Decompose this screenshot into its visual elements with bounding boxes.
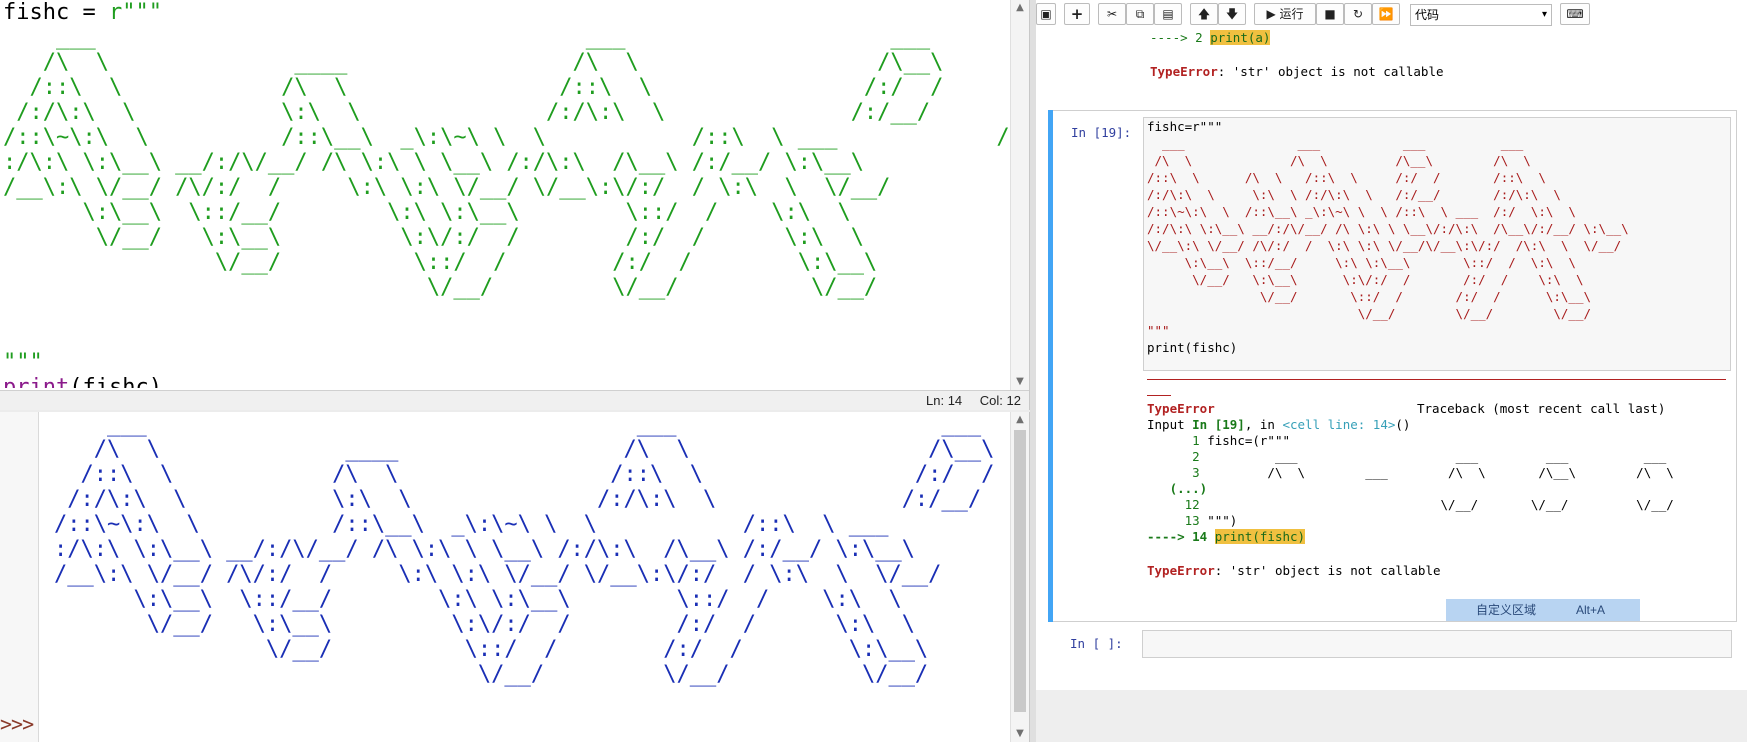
tb-l1-code: fishc=(r""" <box>1207 433 1291 448</box>
restart-icon[interactable]: ↻ <box>1344 3 1372 25</box>
fast-forward-icon[interactable]: ⏩ <box>1372 3 1400 25</box>
traceback-line-2: 2 ___ ___ ___ ___ <box>1147 449 1666 464</box>
prev-arrow: ----> 2 <box>1150 30 1211 45</box>
traceback-ellipsis: (...) <box>1147 481 1208 496</box>
stop-icon[interactable]: ■ <box>1316 3 1344 25</box>
editor-status-bar: Ln: 14 Col: 12 <box>0 390 1029 410</box>
code-var: fishc = <box>3 0 109 25</box>
prev-arrow-code: print(a) <box>1210 30 1271 45</box>
cell-ascii-art: ___ ___ ___ ___ /\ \ /\ \ /\__\ /\ \ /::… <box>1147 136 1629 321</box>
editor-vertical-scrollbar[interactable]: ▲ ▼ <box>1010 0 1029 390</box>
shell-scroll-thumb[interactable] <box>1014 430 1026 712</box>
tb-l2-code: ___ ___ ___ ___ <box>1207 449 1667 464</box>
cell-type-select[interactable]: 代码 ▾ <box>1410 4 1552 26</box>
prev-error-line: TypeError: 'str' object is not callable <box>1150 64 1444 79</box>
tb-error-name: TypeError <box>1147 401 1215 416</box>
cell-prompt-empty: In [ ]: <box>1070 636 1123 651</box>
cell-input-editor-empty[interactable] <box>1142 630 1732 658</box>
code-raw-string-open: r""" <box>108 0 162 25</box>
custom-region-label: 自定义区域 <box>1476 603 1537 617</box>
shell-gutter <box>0 412 39 742</box>
traceback-line-12: 12 \/__/ \/__/ \/__/ <box>1147 497 1674 512</box>
traceback-line-13: 13 """) <box>1147 513 1238 528</box>
traceback-rule <box>1147 379 1726 380</box>
tb-input-cell[interactable]: <cell line: 14> <box>1282 417 1395 432</box>
code-string-close: """ <box>3 350 43 375</box>
notebook-toolbar: ▣ + ✂ ⧉ ▤ 🡅 🡇 ▶ 运行 ■ ↻ ⏩ 代码 ▾ ⌨ <box>1036 0 1747 30</box>
traceback-input-line: Input In [19], in <cell line: 14>() <box>1147 417 1410 432</box>
tb-l3-no: 3 <box>1147 465 1208 480</box>
tb-error-msg-2: : 'str' object is not callable <box>1214 563 1441 578</box>
scroll-down-icon[interactable]: ▼ <box>1011 726 1029 742</box>
tb-l14-code: print(fishc) <box>1214 529 1306 544</box>
code-print-args: (fishc) <box>69 375 162 388</box>
prev-error-msg: : 'str' object is not callable <box>1217 64 1444 79</box>
code-cell-empty[interactable]: In [ ]: <box>1048 628 1737 662</box>
custom-region-shortcut: Alt+A <box>1576 603 1606 617</box>
selected-cell-indicator <box>1048 110 1053 622</box>
paste-icon[interactable]: ▤ <box>1154 3 1182 25</box>
traceback-error-line: TypeError: 'str' object is not callable <box>1147 563 1441 578</box>
scroll-down-icon[interactable]: ▼ <box>1011 374 1029 390</box>
status-column-number: Col: 12 <box>979 393 1021 408</box>
tb-l14-arrow: ----> 14 <box>1147 529 1215 544</box>
editor-ascii-art: ___ ___ ___ ___ /\ \ ____ /\ \ /\__\ /\ … <box>3 25 1009 300</box>
cell-type-value: 代码 <box>1415 8 1440 22</box>
copy-icon[interactable]: ⧉ <box>1126 3 1154 25</box>
traceback-rule-short <box>1147 395 1171 396</box>
code-print-function: print <box>3 375 70 388</box>
move-up-icon[interactable]: 🡅 <box>1190 3 1218 25</box>
tb-l12-code: \/__/ \/__/ \/__/ <box>1207 497 1674 512</box>
tb-l1-no: 1 <box>1147 433 1208 448</box>
tb-error-name-2: TypeError <box>1147 563 1215 578</box>
tb-l3-code: /\ \ ___ /\ \ /\__\ /\ \ <box>1207 465 1674 480</box>
traceback-line-1: 1 fishc=(r""" <box>1147 433 1290 448</box>
idle-shell-window: ___ ___ ___ ___ /\ \ ____ /\ \ /\__\ /\ … <box>0 412 1339 742</box>
cell-source-close: """ <box>1147 323 1170 338</box>
scroll-up-icon[interactable]: ▲ <box>1011 412 1029 428</box>
status-line-number: Ln: 14 <box>926 393 963 408</box>
tb-input-paren: () <box>1395 417 1411 432</box>
tb-l12-no: 12 <box>1147 497 1208 512</box>
tb-input-mid: , in <box>1244 417 1283 432</box>
cell-source-line1: fishc=r""" <box>1147 119 1223 134</box>
cell-input-editor[interactable]: fishc=r""" ___ ___ ___ ___ /\ \ /\ \ /\_… <box>1143 117 1731 371</box>
prev-traceback-arrow-line: ----> 2 print(a) <box>1150 30 1271 45</box>
traceback-header: TypeError <box>1147 401 1215 416</box>
traceback-line-3: 3 /\ \ ___ /\ \ /\__\ /\ \ <box>1147 465 1674 480</box>
save-icon[interactable]: ▣ <box>1036 3 1056 25</box>
run-label: 运行 <box>1279 7 1304 21</box>
shell-prompt[interactable]: >>> <box>0 712 34 736</box>
tb-input-prefix: Input <box>1147 417 1193 432</box>
idle-editor-window: fishc = r""" ___ ___ ___ ___ /\ \ ____ /… <box>0 0 1030 410</box>
scroll-up-icon[interactable]: ▲ <box>1011 0 1029 16</box>
tb-input-in: In [19] <box>1192 417 1245 432</box>
jupyter-notebook: ▣ + ✂ ⧉ ▤ 🡅 🡇 ▶ 运行 ■ ↻ ⏩ 代码 ▾ ⌨ ----> 2 p… <box>1036 0 1747 742</box>
cell-output: TypeError Traceback (most recent call la… <box>1147 379 1726 621</box>
tb-l13-no: 13 <box>1147 513 1208 528</box>
move-down-icon[interactable]: 🡇 <box>1218 3 1246 25</box>
editor-code-area[interactable]: fishc = r""" ___ ___ ___ ___ /\ \ ____ /… <box>3 0 1009 388</box>
shell-vertical-scrollbar[interactable]: ▲ ▼ <box>1010 412 1029 742</box>
cell-source-print: print(fishc) <box>1147 340 1238 355</box>
chevron-down-icon: ▾ <box>1541 9 1547 20</box>
cut-icon[interactable]: ✂ <box>1098 3 1126 25</box>
keyboard-icon[interactable]: ⌨ <box>1560 3 1590 25</box>
cell-prompt: In [19]: <box>1071 125 1132 140</box>
code-cell-19[interactable]: In [19]: fishc=r""" ___ ___ ___ ___ /\ \… <box>1048 110 1737 622</box>
prev-error-name: TypeError <box>1150 64 1218 79</box>
insert-cell-icon[interactable]: + <box>1064 3 1090 25</box>
notebook-bottom-area <box>1036 690 1747 742</box>
traceback-line-14: ----> 14 print(fishc) <box>1147 529 1306 544</box>
tb-l2-no: 2 <box>1147 449 1208 464</box>
traceback-header-right: Traceback (most recent call last) <box>1417 401 1666 416</box>
run-button[interactable]: ▶ 运行 <box>1254 3 1316 25</box>
custom-region-tooltip[interactable]: 自定义区域 Alt+A <box>1446 599 1640 621</box>
tb-l13-code: """) <box>1207 513 1238 528</box>
